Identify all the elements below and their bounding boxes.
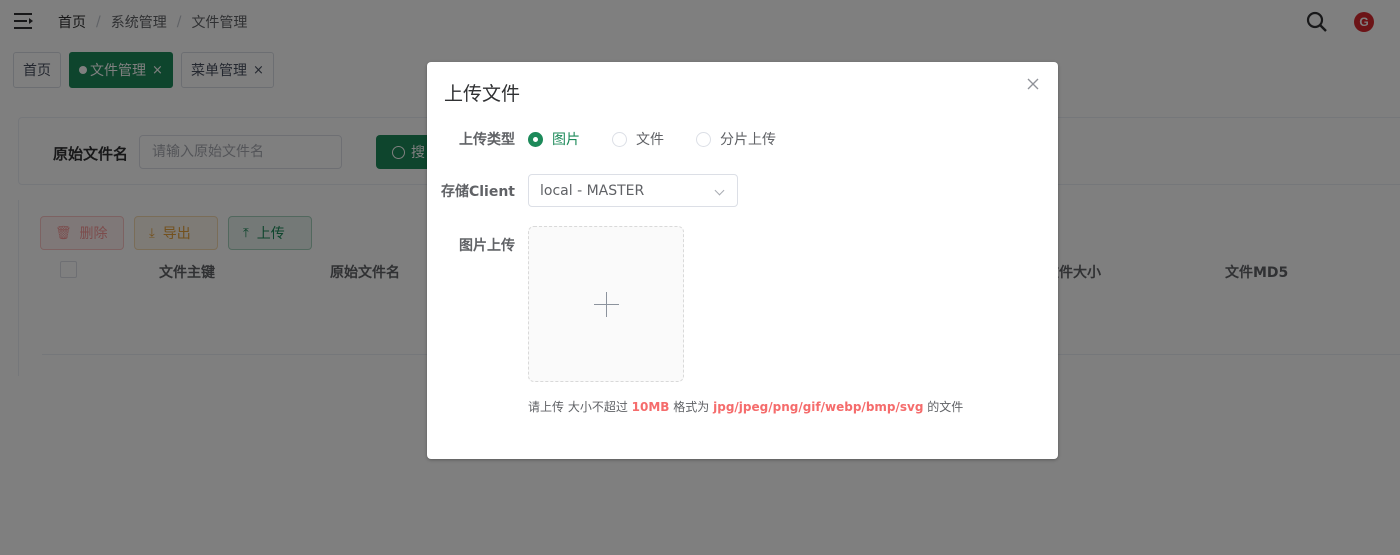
radio-circle	[528, 131, 543, 147]
radio-circle	[612, 131, 627, 147]
tip-size: 10MB	[631, 400, 670, 414]
radio-image[interactable]: 图片	[528, 129, 580, 149]
tip-text: 请上传 大小不超过	[528, 400, 628, 414]
radio-file[interactable]: 文件	[612, 129, 664, 149]
radio-label: 文件	[636, 132, 664, 148]
storage-client-select[interactable]: local - MASTER	[528, 174, 738, 207]
upload-type-label: 上传类型	[459, 132, 515, 148]
close-icon[interactable]	[1025, 76, 1041, 92]
radio-circle	[696, 131, 711, 147]
chevron-down-icon	[714, 185, 725, 196]
image-uploader[interactable]	[528, 226, 684, 382]
tip-text: 格式为	[673, 400, 710, 414]
image-upload-label: 图片上传	[459, 238, 515, 254]
dialog-title: 上传文件	[444, 83, 521, 105]
upload-tip: 请上传 大小不超过 10MB 格式为 jpg/jpeg/png/gif/webp…	[528, 398, 963, 415]
radio-label: 分片上传	[720, 132, 776, 148]
tip-text: 的文件	[927, 400, 964, 414]
upload-dialog: 上传文件 上传类型 图片 文件 分片上传 存储Client local - MA…	[427, 62, 1058, 459]
storage-client-label: 存储Client	[440, 184, 515, 200]
plus-icon	[606, 292, 607, 317]
select-value: local - MASTER	[540, 182, 645, 199]
tip-formats: jpg/jpeg/png/gif/webp/bmp/svg	[713, 400, 924, 414]
radio-label: 图片	[552, 132, 580, 148]
radio-chunk-upload[interactable]: 分片上传	[696, 129, 776, 149]
